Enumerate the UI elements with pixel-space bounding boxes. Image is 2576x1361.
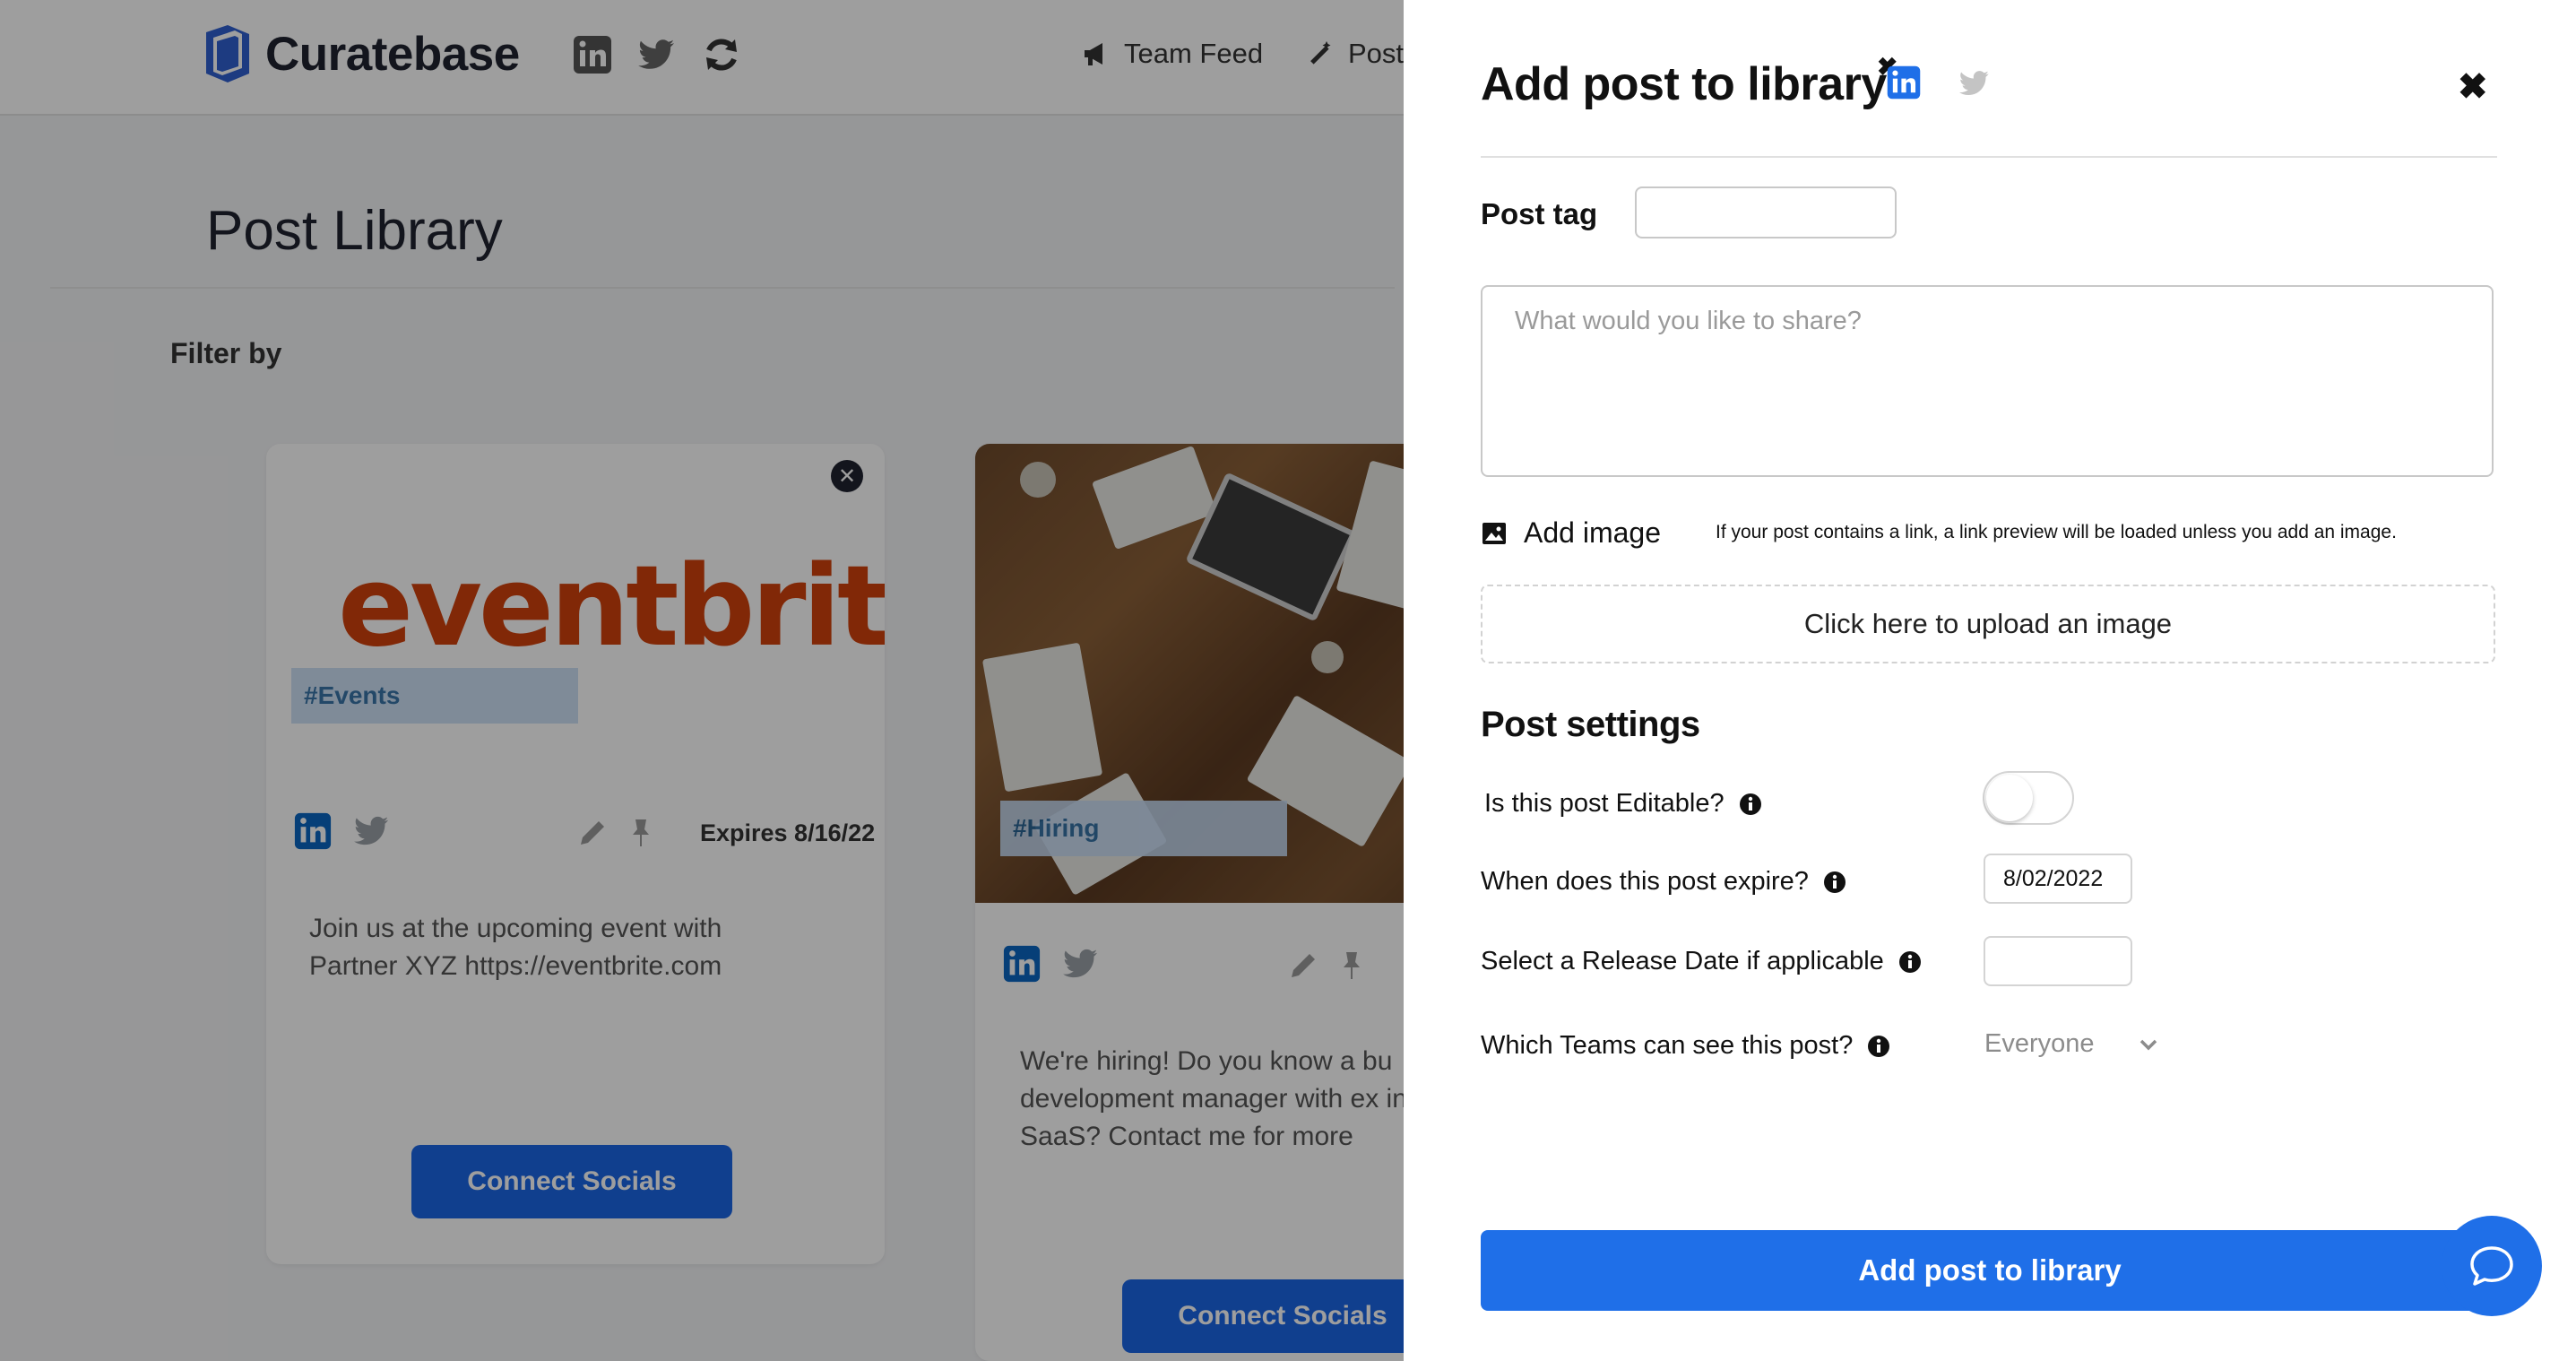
add-post-button[interactable]: Add post to library bbox=[1481, 1230, 2499, 1311]
add-post-drawer: Add post to library ✖ ✖ Post tag Add ima… bbox=[1404, 0, 2576, 1361]
add-image-button[interactable]: Add image bbox=[1481, 516, 1661, 550]
editable-setting-label: Is this post Editable? bbox=[1484, 789, 1762, 819]
editable-label-text: Is this post Editable? bbox=[1484, 789, 1725, 818]
editable-toggle[interactable] bbox=[1983, 771, 2074, 825]
post-settings-title: Post settings bbox=[1481, 705, 1700, 744]
expire-label-text: When does this post expire? bbox=[1481, 867, 1809, 896]
post-tag-label: Post tag bbox=[1481, 197, 1598, 230]
chat-icon bbox=[2470, 1246, 2513, 1286]
chevron-down-icon bbox=[2139, 1039, 2157, 1050]
upload-image-dropzone[interactable]: Click here to upload an image bbox=[1481, 585, 2495, 663]
teams-selected-value: Everyone bbox=[1984, 1029, 2095, 1058]
info-icon[interactable] bbox=[1739, 793, 1762, 816]
release-label-text: Select a Release Date if applicable bbox=[1481, 947, 1884, 975]
info-icon[interactable] bbox=[1898, 950, 1922, 974]
toggle-knob bbox=[1986, 775, 2033, 821]
image-icon bbox=[1482, 522, 1506, 544]
twitter-icon[interactable] bbox=[1955, 66, 1994, 100]
info-icon[interactable] bbox=[1867, 1035, 1890, 1058]
expire-date-input[interactable] bbox=[1984, 854, 2132, 904]
release-date-input[interactable] bbox=[1984, 936, 2132, 986]
linkedin-icon[interactable] bbox=[1886, 65, 1922, 100]
expire-setting-label: When does this post expire? bbox=[1481, 867, 1846, 897]
add-image-label: Add image bbox=[1524, 516, 1661, 549]
close-icon[interactable]: ✖ bbox=[2458, 66, 2488, 108]
teams-label-text: Which Teams can see this post? bbox=[1481, 1031, 1854, 1060]
post-tag-input[interactable] bbox=[1635, 186, 1897, 238]
divider bbox=[1481, 156, 2497, 158]
chat-widget-button[interactable] bbox=[2442, 1216, 2542, 1316]
release-setting-label: Select a Release Date if applicable bbox=[1481, 947, 1922, 976]
info-icon[interactable] bbox=[1823, 871, 1846, 894]
image-hint: If your post contains a link, a link pre… bbox=[1716, 522, 2397, 542]
teams-select[interactable]: Everyone bbox=[1984, 1029, 2159, 1059]
post-content-textarea[interactable] bbox=[1481, 285, 2494, 477]
drawer-title: Add post to library bbox=[1481, 58, 1887, 110]
teams-setting-label: Which Teams can see this post? bbox=[1481, 1031, 1890, 1061]
